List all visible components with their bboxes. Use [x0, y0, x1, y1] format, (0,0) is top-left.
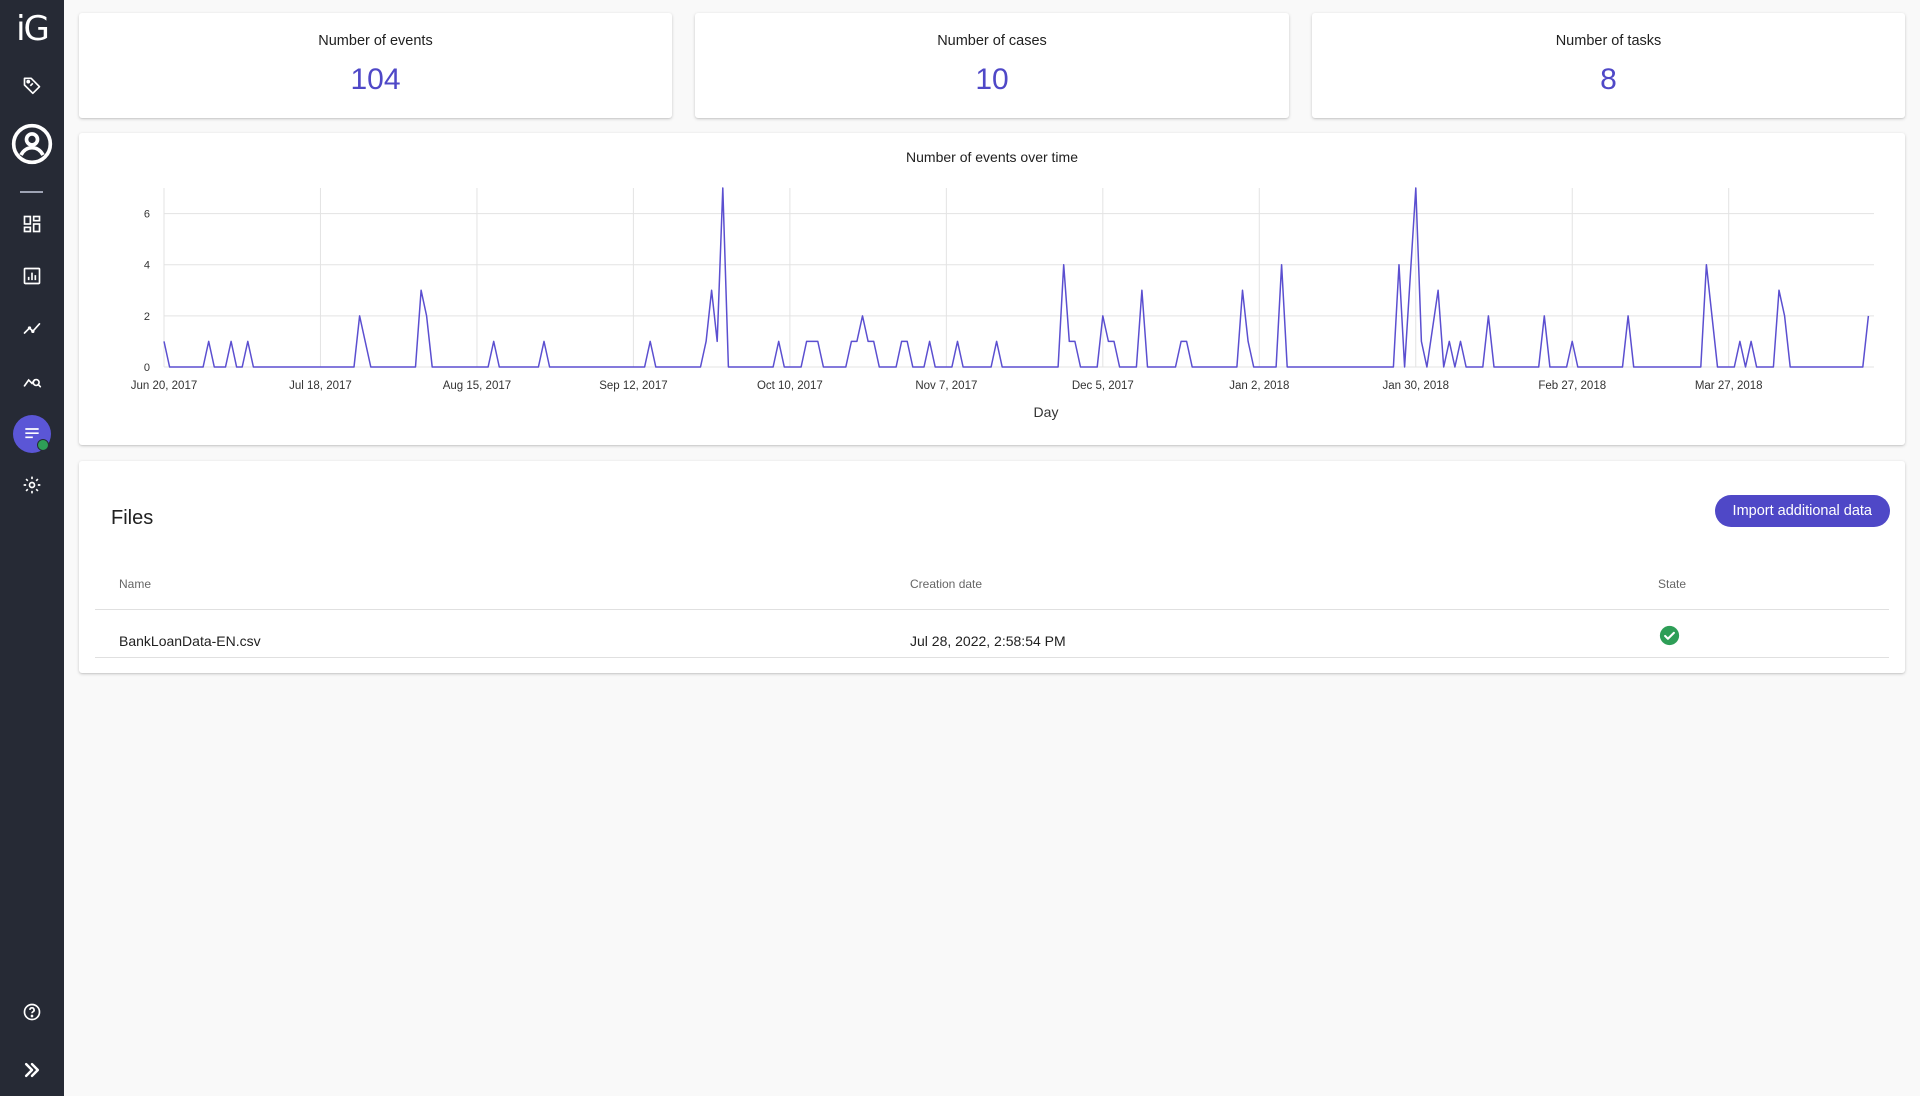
stat-card-events: Number of events 104 — [79, 13, 672, 118]
analysis-icon — [23, 378, 42, 388]
x-tick-label: Nov 7, 2017 — [915, 380, 977, 392]
events-line-chart: 0 2 4 6 Jun 20, 2017 Jul 18, 2017 Aug 15, 2017… — [131, 187, 1874, 420]
report-icon — [23, 267, 41, 285]
events-series-line — [163, 187, 1870, 368]
file-name-cell[interactable]: BankLoanData-EN.csv — [119, 633, 261, 649]
stat-value: 104 — [350, 63, 401, 96]
app-logo[interactable]: iG — [0, 8, 64, 50]
x-tick-label: Mar 27, 2018 — [1695, 380, 1763, 392]
sidebar-item-tags[interactable] — [0, 65, 64, 105]
sidebar-divider — [20, 191, 43, 193]
stat-label: Number of tasks — [1555, 33, 1662, 49]
import-additional-data-button[interactable]: Import additional data — [1714, 495, 1890, 527]
x-tick-label: Jul 18, 2017 — [289, 380, 352, 392]
column-header-creation-date[interactable]: Creation date — [910, 577, 982, 591]
sidebar-active-indicator — [13, 415, 51, 453]
y-tick-label: 0 — [144, 362, 150, 374]
events-chart-card: Number of events over time 0 2 4 6 Jun 20, 2… — [79, 133, 1905, 445]
sidebar-item-data[interactable] — [0, 412, 64, 456]
x-tick-label: Feb 27, 2018 — [1538, 380, 1606, 392]
sidebar-expand-button[interactable] — [0, 1050, 64, 1090]
user-circle-icon — [11, 123, 53, 165]
check-badge-icon — [37, 439, 49, 451]
dashboard-icon — [23, 215, 41, 233]
stat-value: 10 — [975, 63, 1009, 96]
x-tick-label: Jan 2, 2018 — [1229, 380, 1289, 392]
file-created-cell: Jul 28, 2022, 2:58:54 PM — [910, 633, 1066, 649]
sidebar-item-settings[interactable] — [0, 465, 64, 505]
gear-icon — [23, 476, 41, 494]
expand-icon — [24, 1062, 40, 1078]
x-tick-label: Aug 15, 2017 — [443, 380, 511, 392]
stat-label: Number of cases — [937, 33, 1047, 49]
success-check-icon — [1659, 625, 1680, 646]
x-tick-label: Jun 20, 2017 — [131, 380, 198, 392]
stat-card-tasks: Number of tasks 8 — [1312, 13, 1905, 118]
sidebar-item-trends[interactable] — [0, 308, 64, 348]
trend-icon — [23, 323, 41, 334]
x-tick-label: Sep 12, 2017 — [599, 380, 667, 392]
sidebar-item-user[interactable] — [0, 118, 64, 170]
table-row-divider — [95, 657, 1889, 658]
files-title: Files — [111, 507, 154, 529]
y-tick-label: 4 — [144, 260, 150, 272]
help-icon — [23, 1003, 41, 1021]
sidebar: iG — [0, 0, 64, 1096]
column-header-name[interactable]: Name — [119, 577, 151, 591]
x-axis-label: Day — [1034, 404, 1059, 420]
column-header-state[interactable]: State — [1658, 577, 1686, 591]
table-header-divider — [95, 609, 1889, 610]
sidebar-item-dashboard[interactable] — [0, 204, 64, 244]
stat-label: Number of events — [318, 33, 433, 49]
files-card: Files Import additional data Name Creati… — [79, 461, 1905, 673]
y-tick-label: 2 — [144, 311, 150, 323]
x-tick-label: Oct 10, 2017 — [757, 380, 823, 392]
sidebar-item-help[interactable] — [0, 992, 64, 1032]
x-tick-label: Dec 5, 2017 — [1072, 380, 1134, 392]
tag-icon — [23, 77, 41, 95]
x-tick-label: Jan 30, 2018 — [1383, 380, 1450, 392]
y-tick-label: 6 — [144, 209, 150, 221]
stat-card-cases: Number of cases 10 — [695, 13, 1289, 118]
sidebar-item-reports[interactable] — [0, 256, 64, 296]
sidebar-item-analysis[interactable] — [0, 360, 64, 400]
stat-value: 8 — [1600, 63, 1617, 96]
